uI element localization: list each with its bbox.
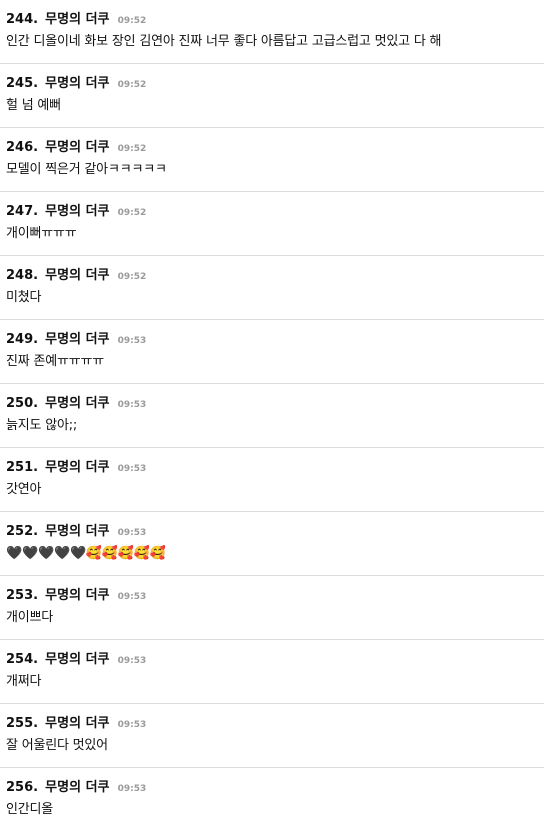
comment-item: 245. 무명의 더쿠 09:52 헐 넘 예뻐 <box>0 64 544 128</box>
comment-header: 246. 무명의 더쿠 09:52 <box>6 137 146 155</box>
comment-text: 진짜 존예ㅠㅠㅠㅠ <box>6 354 105 369</box>
comment-time: 09:53 <box>117 528 147 538</box>
comment-text: 헐 넘 예뻐 <box>6 98 61 113</box>
comment-header: 245. 무명의 더쿠 09:52 <box>6 73 146 91</box>
comment-list: 244. 무명의 더쿠 09:52 인간 디올이네 화보 장인 김연아 진짜 너… <box>0 0 544 832</box>
comment-time: 09:53 <box>117 400 147 410</box>
comment-time: 09:52 <box>117 16 147 26</box>
comment-text: 늙지도 않아;; <box>6 418 78 433</box>
comment-number[interactable]: 244. <box>6 12 38 27</box>
comment-item: 255. 무명의 더쿠 09:53 잘 어울린다 멋있어 <box>0 704 544 768</box>
comment-item: 247. 무명의 더쿠 09:52 개이뻐ㅠㅠㅠ <box>0 192 544 256</box>
comment-time: 09:52 <box>117 272 147 282</box>
comment-text: 인간 디올이네 화보 장인 김연아 진짜 너무 좋다 아름답고 고급스럽고 멋있… <box>6 34 442 49</box>
comment-text: 미쳤다 <box>6 290 42 305</box>
comment-text: 🖤🖤🖤🖤🖤🥰🥰🥰🥰🥰 <box>6 546 166 561</box>
comment-number[interactable]: 246. <box>6 140 38 155</box>
comment-number[interactable]: 247. <box>6 204 38 219</box>
comment-number[interactable]: 251. <box>6 460 38 475</box>
comment-item: 253. 무명의 더쿠 09:53 개이쁘다 <box>0 576 544 640</box>
comment-header: 249. 무명의 더쿠 09:53 <box>6 329 146 347</box>
comment-number[interactable]: 245. <box>6 76 38 91</box>
comment-text: 개쩌다 <box>6 674 42 689</box>
comment-item: 250. 무명의 더쿠 09:53 늙지도 않아;; <box>0 384 544 448</box>
comment-author[interactable]: 무명의 더쿠 <box>45 12 109 27</box>
comment-author[interactable]: 무명의 더쿠 <box>45 396 109 411</box>
comment-item: 248. 무명의 더쿠 09:52 미쳤다 <box>0 256 544 320</box>
comment-header: 253. 무명의 더쿠 09:53 <box>6 585 146 603</box>
comment-author[interactable]: 무명의 더쿠 <box>45 460 109 475</box>
comment-time: 09:53 <box>117 464 147 474</box>
comment-header: 250. 무명의 더쿠 09:53 <box>6 393 146 411</box>
comment-text: 갓연아 <box>6 482 42 497</box>
comment-author[interactable]: 무명의 더쿠 <box>45 524 109 539</box>
comment-number[interactable]: 254. <box>6 652 38 667</box>
comment-text: 개이뻐ㅠㅠㅠ <box>6 226 77 241</box>
comment-header: 256. 무명의 더쿠 09:53 <box>6 777 146 795</box>
comment-number[interactable]: 253. <box>6 588 38 603</box>
comment-author[interactable]: 무명의 더쿠 <box>45 268 109 283</box>
comment-author[interactable]: 무명의 더쿠 <box>45 140 109 155</box>
comment-header: 244. 무명의 더쿠 09:52 <box>6 9 146 27</box>
comment-number[interactable]: 252. <box>6 524 38 539</box>
comment-header: 254. 무명의 더쿠 09:53 <box>6 649 146 667</box>
comment-text: 모델이 찍은거 같아ㅋㅋㅋㅋㅋ <box>6 162 167 177</box>
comment-item: 246. 무명의 더쿠 09:52 모델이 찍은거 같아ㅋㅋㅋㅋㅋ <box>0 128 544 192</box>
comment-item: 252. 무명의 더쿠 09:53 🖤🖤🖤🖤🖤🥰🥰🥰🥰🥰 <box>0 512 544 576</box>
comment-time: 09:53 <box>117 592 147 602</box>
comment-time: 09:53 <box>117 720 147 730</box>
comment-text: 개이쁘다 <box>6 610 54 625</box>
comment-item: 251. 무명의 더쿠 09:53 갓연아 <box>0 448 544 512</box>
comment-item: 249. 무명의 더쿠 09:53 진짜 존예ㅠㅠㅠㅠ <box>0 320 544 384</box>
comment-text: 인간디올 <box>6 802 54 817</box>
comment-time: 09:53 <box>117 336 147 346</box>
comment-author[interactable]: 무명의 더쿠 <box>45 332 109 347</box>
comment-number[interactable]: 256. <box>6 780 38 795</box>
comment-author[interactable]: 무명의 더쿠 <box>45 716 109 731</box>
comment-time: 09:53 <box>117 784 147 794</box>
comment-item: 244. 무명의 더쿠 09:52 인간 디올이네 화보 장인 김연아 진짜 너… <box>0 0 544 64</box>
comment-time: 09:52 <box>117 80 147 90</box>
comment-number[interactable]: 255. <box>6 716 38 731</box>
comment-header: 251. 무명의 더쿠 09:53 <box>6 457 146 475</box>
comment-author[interactable]: 무명의 더쿠 <box>45 204 109 219</box>
comment-number[interactable]: 249. <box>6 332 38 347</box>
comment-number[interactable]: 248. <box>6 268 38 283</box>
comment-author[interactable]: 무명의 더쿠 <box>45 652 109 667</box>
comment-number[interactable]: 250. <box>6 396 38 411</box>
comment-header: 255. 무명의 더쿠 09:53 <box>6 713 146 731</box>
comment-author[interactable]: 무명의 더쿠 <box>45 780 109 795</box>
comment-header: 247. 무명의 더쿠 09:52 <box>6 201 146 219</box>
comment-time: 09:52 <box>117 144 147 154</box>
comment-item: 254. 무명의 더쿠 09:53 개쩌다 <box>0 640 544 704</box>
comment-time: 09:53 <box>117 656 147 666</box>
comment-header: 248. 무명의 더쿠 09:52 <box>6 265 146 283</box>
comment-item: 256. 무명의 더쿠 09:53 인간디올 <box>0 768 544 832</box>
comment-author[interactable]: 무명의 더쿠 <box>45 76 109 91</box>
comment-author[interactable]: 무명의 더쿠 <box>45 588 109 603</box>
comment-text: 잘 어울린다 멋있어 <box>6 738 108 753</box>
comment-header: 252. 무명의 더쿠 09:53 <box>6 521 146 539</box>
comment-time: 09:52 <box>117 208 147 218</box>
